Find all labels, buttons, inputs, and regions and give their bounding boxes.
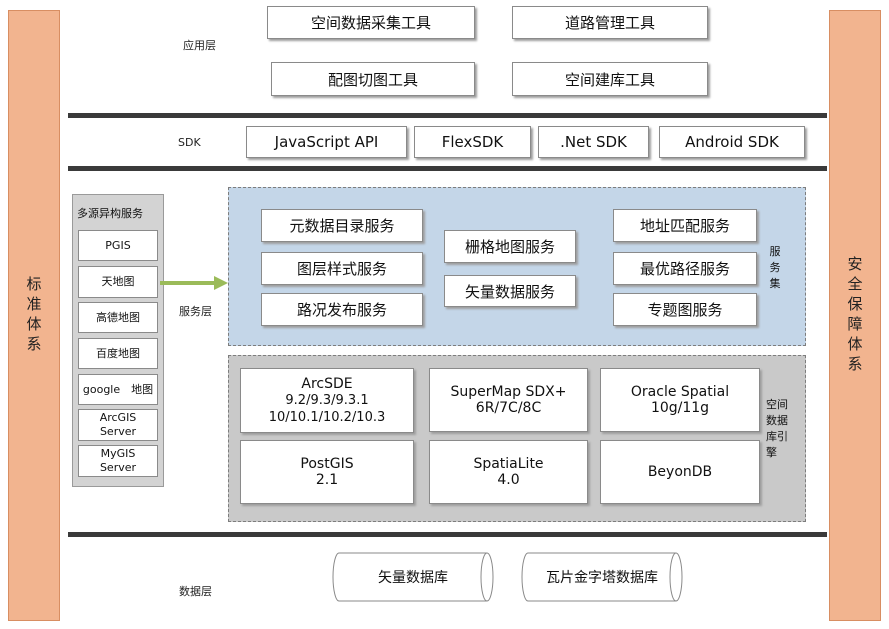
engine-spatialite-name: SpatiaLite [473,456,544,472]
security-system-label: 安全保障体系 [845,255,864,376]
app-layer-label: 应用层 [183,39,216,52]
source-google: google 地图 [78,374,158,405]
separator-service-data [68,532,827,537]
source-baidu: 百度地图 [78,338,158,369]
service-layer-style: 图层样式服务 [261,252,423,285]
arrow-icon [160,276,228,290]
source-mygis-server: MyGIS Server [78,445,158,477]
vector-database-cylinder: 矢量数据库 [331,551,495,603]
service-optimal-route: 最优路径服务 [613,252,757,285]
engine-oracle-name: Oracle Spatial [630,384,730,400]
engine-arcsde: ArcSDE 9.2/9.3/9.3.1 10/10.1/10.2/10.3 [240,368,414,433]
spatial-engine-label: 空间数据库引擎 [766,398,788,459]
multi-source-title: 多源异构服务 [77,207,143,220]
service-traffic-publish: 路况发布服务 [261,293,423,326]
engine-supermap-name: SuperMap SDX+ [450,384,567,400]
service-vector-data: 矢量数据服务 [444,275,576,307]
sdk-net-sdk: .Net SDK [538,126,649,158]
service-set-label: 服务集 [769,245,781,290]
engine-postgis: PostGIS 2.1 [240,440,414,504]
sdk-javascript-api: JavaScript API [246,126,407,158]
engine-postgis-name: PostGIS [300,456,354,472]
engine-spatialite-version: 4.0 [497,472,520,488]
service-metadata-catalog: 元数据目录服务 [261,209,423,242]
sdk-layer-label: SDK [178,136,201,149]
engine-spatialite: SpatiaLite 4.0 [429,440,588,504]
tool-road-management: 道路管理工具 [512,6,708,39]
service-layer-label: 服务层 [179,305,212,318]
tool-map-tiling: 配图切图工具 [271,62,475,96]
engine-postgis-version: 2.1 [315,472,339,488]
tool-data-collection: 空间数据采集工具 [267,6,475,39]
service-address-match: 地址匹配服务 [613,209,757,242]
engine-beyondb: BeyonDB [600,440,760,504]
source-gaode: 高德地图 [78,302,158,333]
engine-oracle-version: 10g/11g [650,400,710,416]
standard-system-bar: 标准体系 [8,10,60,621]
service-raster-map: 栅格地图服务 [444,230,576,263]
sdk-flexsdk: FlexSDK [414,126,531,158]
engine-oracle-spatial: Oracle Spatial 10g/11g [600,368,760,432]
security-system-bar: 安全保障体系 [829,10,881,621]
source-arcgis-server: ArcGIS Server [78,409,158,441]
sdk-android-sdk: Android SDK [659,126,805,158]
engine-arcsde-version-2: 10/10.1/10.2/10.3 [268,409,386,425]
engine-arcsde-name: ArcSDE [301,375,353,392]
tile-pyramid-database-label: 瓦片金字塔数据库 [546,570,658,586]
separator-app-sdk [68,113,827,118]
standard-system-label: 标准体系 [24,275,43,356]
source-pgis: PGIS [78,230,158,261]
vector-database-label: 矢量数据库 [378,570,448,586]
engine-supermap: SuperMap SDX+ 6R/7C/8C [429,368,588,432]
service-thematic-map: 专题图服务 [613,293,757,326]
tool-spatial-db-build: 空间建库工具 [512,62,708,96]
tile-pyramid-database-cylinder: 瓦片金字塔数据库 [520,551,684,603]
separator-sdk-service [68,166,827,171]
engine-arcsde-version-1: 9.2/9.3/9.3.1 [285,392,369,408]
source-tianditu: 天地图 [78,266,158,298]
data-layer-label: 数据层 [179,585,212,598]
engine-supermap-version: 6R/7C/8C [475,400,542,416]
